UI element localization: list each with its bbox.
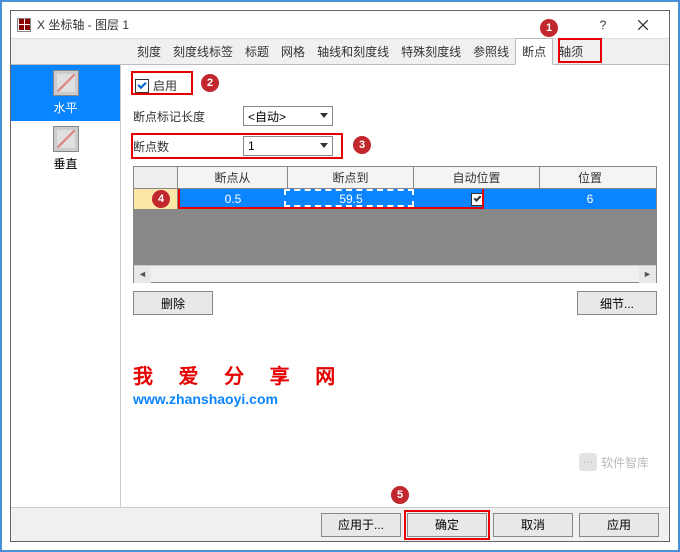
chevron-down-icon	[320, 113, 328, 118]
axis-sidebar: 水平 垂直	[11, 65, 121, 507]
tab-reference[interactable]: 参照线	[467, 39, 515, 64]
details-button[interactable]: 细节...	[577, 291, 657, 315]
sidebar-label-vertical: 垂直	[53, 155, 77, 172]
badge-4: 4	[152, 190, 170, 208]
sidebar-item-horizontal[interactable]: 水平	[11, 65, 120, 121]
check-icon	[473, 194, 481, 202]
watermark-line2: www.zhanshaoyi.com	[133, 391, 345, 407]
badge-3: 3	[353, 136, 371, 154]
cancel-button[interactable]: 取消	[493, 513, 573, 537]
th-from[interactable]: 断点从	[178, 167, 288, 188]
chevron-down-icon	[320, 143, 328, 148]
th-index	[134, 167, 178, 188]
tab-bar: 刻度 刻度线标签 标题 网格 轴线和刻度线 特殊刻度线 参照线 断点 轴须 1	[11, 39, 669, 65]
axis-horizontal-icon	[53, 70, 79, 96]
count-value: 1	[248, 139, 255, 153]
sidebar-label-horizontal: 水平	[53, 99, 77, 116]
td-from[interactable]: 0.5	[178, 189, 288, 209]
td-auto[interactable]	[414, 189, 540, 209]
badge-2: 2	[201, 74, 219, 92]
content-panel: 启用 2 断点标记长度 <自动> 断点数 1	[121, 65, 669, 507]
window-title: X 坐标轴 - 图层 1	[37, 16, 583, 33]
apply-to-button[interactable]: 应用于...	[321, 513, 401, 537]
tab-title[interactable]: 标题	[239, 39, 275, 64]
scroll-left-icon[interactable]: ◄	[134, 266, 151, 283]
scroll-track[interactable]	[151, 266, 639, 283]
marklen-select[interactable]: <自动>	[243, 106, 333, 126]
th-pos[interactable]: 位置	[540, 167, 640, 188]
axis-vertical-icon	[53, 126, 79, 152]
sidebar-item-vertical[interactable]: 垂直	[11, 121, 120, 177]
tab-scale[interactable]: 刻度	[131, 39, 167, 64]
horizontal-scrollbar[interactable]: ◄ ►	[134, 265, 656, 282]
count-label: 断点数	[133, 138, 243, 155]
delete-button[interactable]: 删除	[133, 291, 213, 315]
th-to[interactable]: 断点到	[288, 167, 414, 188]
titlebar: X 坐标轴 - 图层 1 ?	[11, 11, 669, 39]
enable-checkbox[interactable]	[135, 79, 149, 93]
tab-grid[interactable]: 网格	[275, 39, 311, 64]
app-icon	[17, 18, 31, 32]
watermark-line1: 我 爱 分 享 网	[133, 360, 345, 389]
tab-rug[interactable]: 轴须	[553, 39, 589, 64]
table-body: 1 0.5 59.5 6 4	[134, 189, 656, 265]
table-header: 断点从 断点到 自动位置 位置	[134, 167, 656, 189]
close-button[interactable]	[623, 11, 663, 39]
dialog-window: X 坐标轴 - 图层 1 ? 刻度 刻度线标签 标题 网格 轴线和刻度线 特殊刻…	[10, 10, 670, 542]
footer-logo-text: 软件智库	[601, 454, 649, 471]
th-auto[interactable]: 自动位置	[414, 167, 540, 188]
tab-axis-ticks[interactable]: 轴线和刻度线	[311, 39, 395, 64]
dialog-body: 水平 垂直 启用 2 断点标记长度	[11, 65, 669, 507]
wechat-icon: ⋯	[579, 453, 597, 471]
tab-breaks[interactable]: 断点	[515, 38, 553, 65]
tab-special-ticks[interactable]: 特殊刻度线	[395, 39, 467, 64]
check-icon	[137, 80, 146, 89]
marklen-label: 断点标记长度	[133, 108, 243, 125]
footer-logo: ⋯ 软件智库	[579, 453, 649, 471]
table-row[interactable]: 1 0.5 59.5 6	[134, 189, 656, 209]
breaks-table: 断点从 断点到 自动位置 位置 1 0.5 59.5	[133, 166, 657, 283]
close-icon	[638, 20, 648, 30]
tab-tick-labels[interactable]: 刻度线标签	[167, 39, 239, 64]
marklen-value: <自动>	[248, 108, 286, 125]
table-buttons: 删除 细节...	[133, 291, 657, 315]
badge-5: 5	[391, 486, 409, 504]
enable-label: 启用	[153, 77, 177, 94]
scroll-right-icon[interactable]: ►	[639, 266, 656, 283]
td-pos[interactable]: 6	[540, 189, 640, 209]
badge-1: 1	[540, 19, 558, 37]
count-select[interactable]: 1	[243, 136, 333, 156]
auto-checkbox[interactable]	[471, 193, 484, 206]
apply-button[interactable]: 应用	[579, 513, 659, 537]
ok-button[interactable]: 确定	[407, 513, 487, 537]
watermark: 我 爱 分 享 网 www.zhanshaoyi.com	[133, 360, 345, 407]
dialog-footer: 5 应用于... 确定 取消 应用	[11, 507, 669, 541]
td-to[interactable]: 59.5	[288, 189, 414, 209]
help-button[interactable]: ?	[583, 11, 623, 39]
